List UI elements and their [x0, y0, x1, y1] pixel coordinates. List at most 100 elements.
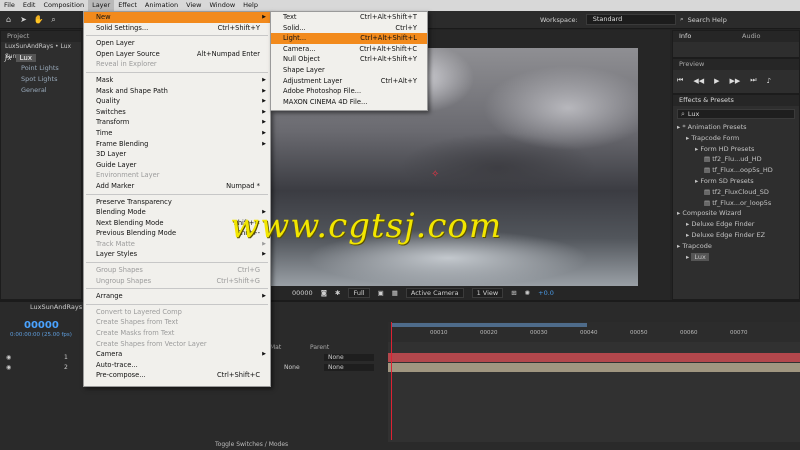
layer-bar-2[interactable] [388, 363, 800, 372]
tree-item[interactable]: ▤ tf2_Flu...ud_HD [677, 154, 799, 165]
menu-item-solid-settings[interactable]: Solid Settings... Ctrl+Shift+Y [84, 23, 270, 34]
submenu-arrow-icon: ▶ [262, 119, 266, 126]
tree-item[interactable]: ▤ tf_Flux...or_loop5s [677, 198, 799, 209]
menu-item-add-marker[interactable]: Add Marker Numpad * [84, 181, 270, 192]
search-help[interactable]: ⌕ Search Help [680, 14, 790, 25]
visibility-icon[interactable]: ◉ [6, 364, 26, 371]
menu-item-open-layer-source[interactable]: Open Layer Source Alt+Numpad Enter [84, 49, 270, 60]
tree-item[interactable]: ▤ tf2_FluxCloud_SD [677, 187, 799, 198]
menu-item-layer-styles[interactable]: Layer Styles ▶ [84, 249, 270, 260]
menu-item-camera[interactable]: Camera... Ctrl+Alt+Shift+C [271, 44, 427, 55]
effect-name: Lux [15, 53, 36, 62]
effect-property-spot-lights[interactable]: Spot Lights [1, 74, 81, 85]
work-area-bar[interactable] [391, 323, 587, 327]
menu-item-label: Group Shapes [96, 266, 143, 275]
next-frame-icon[interactable]: ▶▶ [729, 77, 740, 85]
layer-parent-dropdown[interactable]: None [324, 364, 374, 371]
play-icon[interactable]: ▶ [714, 77, 719, 85]
menu-item-frame-blending[interactable]: Frame Blending ▶ [84, 139, 270, 150]
menu-item-quality[interactable]: Quality ▶ [84, 96, 270, 107]
menu-item-pre-compose[interactable]: Pre-compose... Ctrl+Shift+C [84, 370, 270, 381]
timeline-timecode[interactable]: 00000 [24, 320, 59, 331]
exposure-icon[interactable]: ✺ [525, 289, 530, 297]
menu-view[interactable]: View [182, 0, 205, 11]
light-crosshair-icon[interactable]: ✧ [431, 169, 439, 180]
menu-item-transform[interactable]: Transform ▶ [84, 117, 270, 128]
tab-effects-presets[interactable]: Effects & Presets [673, 95, 799, 106]
menu-help[interactable]: Help [239, 0, 262, 11]
workspace-value[interactable]: Standard [585, 14, 676, 25]
tree-item[interactable]: ▸ Form SD Presets [677, 176, 799, 187]
exposure-value[interactable]: +0.0 [538, 289, 554, 297]
fast-preview-icon[interactable]: ⊞ [511, 289, 516, 297]
toggle-switches-modes[interactable]: Toggle Switches / Modes [215, 441, 288, 448]
menu-item-switches[interactable]: Switches ▶ [84, 107, 270, 118]
previous-frame-icon[interactable]: ◀◀ [693, 77, 704, 85]
last-frame-icon[interactable]: ⏭ [750, 76, 756, 85]
menu-item-adjustment-layer[interactable]: Adjustment Layer Ctrl+Alt+Y [271, 76, 427, 87]
transparency-grid-icon[interactable]: ▦ [392, 289, 398, 297]
tree-item-label: Composite Wizard [682, 209, 742, 218]
tree-item[interactable]: ▤ tf_Flux...oop5s_HD [677, 165, 799, 176]
tree-item[interactable]: ▸ Lux [677, 252, 799, 263]
menu-item-new[interactable]: New ▶ [84, 12, 270, 23]
menu-item-3d-layer[interactable]: 3D Layer [84, 149, 270, 160]
tab-project[interactable]: Project [1, 31, 81, 42]
tree-item[interactable]: ▸ Composite Wizard [677, 208, 799, 219]
hand-tool-icon[interactable]: ✋ [32, 13, 45, 26]
menu-item-arrange[interactable]: Arrange ▶ [84, 291, 270, 302]
tree-item[interactable]: ▸ Form HD Presets [677, 144, 799, 155]
layer-bar-1[interactable] [388, 353, 800, 362]
camera-snapshot-icon[interactable]: ◙ [321, 289, 327, 297]
tab-preview[interactable]: Preview [673, 59, 799, 70]
menu-effect[interactable]: Effect [114, 0, 141, 11]
tree-item[interactable]: ▸ Deluxe Edge Finder [677, 219, 799, 230]
menu-file[interactable]: File [0, 0, 19, 11]
tab-info[interactable]: Info [673, 31, 736, 42]
effect-property-point-lights[interactable]: Point Lights [1, 63, 81, 74]
menu-item-solid[interactable]: Solid... Ctrl+Y [271, 23, 427, 34]
playhead[interactable] [391, 322, 392, 440]
menu-item-guide-layer[interactable]: Guide Layer [84, 160, 270, 171]
tree-item[interactable]: ▸ Trapcode Form [677, 133, 799, 144]
menu-layer[interactable]: Layer [88, 0, 115, 11]
menu-animation[interactable]: Animation [141, 0, 182, 11]
viewer-timecode[interactable]: 00000 [292, 289, 313, 297]
menu-edit[interactable]: Edit [19, 0, 40, 11]
menu-window[interactable]: Window [206, 0, 240, 11]
home-icon[interactable]: ⌂ [2, 13, 15, 26]
workspace-selector[interactable]: Workspace: Standard [540, 14, 676, 25]
visibility-icon[interactable]: ◉ [6, 354, 26, 361]
menu-item-auto-trace[interactable]: Auto-trace... [84, 360, 270, 371]
region-of-interest-icon[interactable]: ▣ [378, 289, 384, 297]
audio-icon[interactable]: ♪ [767, 77, 771, 85]
views-dropdown[interactable]: 1 View [471, 287, 504, 298]
resolution-dropdown[interactable]: Full [348, 287, 370, 298]
menu-composition[interactable]: Composition [39, 0, 88, 11]
menu-item-null-object[interactable]: Null Object Ctrl+Alt+Shift+Y [271, 54, 427, 65]
camera-dropdown[interactable]: Active Camera [405, 287, 464, 298]
menu-item-camera[interactable]: Camera ▶ [84, 349, 270, 360]
menu-item-mask-and-shape-path[interactable]: Mask and Shape Path ▶ [84, 86, 270, 97]
menu-item-light[interactable]: Light... Ctrl+Alt+Shift+L [271, 33, 427, 44]
menu-item-open-layer[interactable]: Open Layer [84, 38, 270, 49]
effect-property-general[interactable]: General [1, 85, 81, 96]
menu-item-text[interactable]: Text Ctrl+Alt+Shift+T [271, 12, 427, 23]
menu-item-time[interactable]: Time ▶ [84, 128, 270, 139]
first-frame-icon[interactable]: ⏮ [677, 76, 683, 85]
color-channels-icon[interactable]: ✱ [335, 289, 340, 297]
effects-search-input[interactable]: Lux [688, 110, 699, 118]
tree-item[interactable]: ▸ Deluxe Edge Finder EZ [677, 230, 799, 241]
zoom-tool-icon[interactable]: ⌕ [47, 13, 60, 26]
tree-item[interactable]: ▸ * Animation Presets [677, 122, 799, 133]
menu-item-adobe-photoshop-file[interactable]: Adobe Photoshop File... [271, 86, 427, 97]
layer-parent-dropdown[interactable]: None [324, 354, 374, 361]
ruler-tick: 00020 [480, 330, 498, 336]
menu-item-shape-layer[interactable]: Shape Layer [271, 65, 427, 76]
selection-tool-icon[interactable]: ➤ [17, 13, 30, 26]
layer-trackmatte[interactable]: None [284, 364, 324, 371]
tab-audio[interactable]: Audio [736, 31, 799, 42]
menu-item-maxon-cinema-4d-file[interactable]: MAXON CINEMA 4D File... [271, 97, 427, 108]
menu-item-mask[interactable]: Mask ▶ [84, 75, 270, 86]
tree-item[interactable]: ▸ Trapcode [677, 241, 799, 252]
